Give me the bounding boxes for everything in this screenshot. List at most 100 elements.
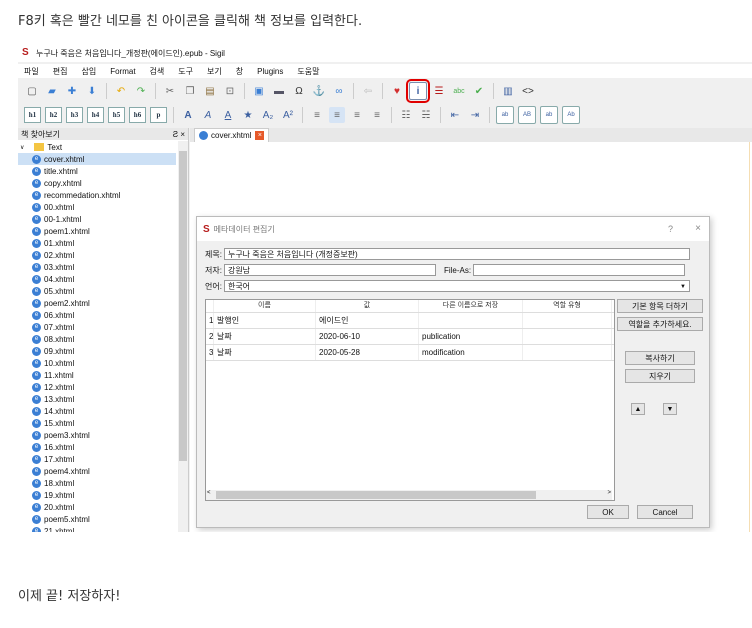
copy-icon[interactable]: ❐ bbox=[182, 83, 198, 99]
table-cell-name[interactable]: 발행인 bbox=[214, 313, 316, 328]
file-row[interactable]: e 16.xhtml bbox=[18, 441, 176, 453]
header-value[interactable]: 값 bbox=[316, 300, 419, 312]
move-down-button[interactable]: ▼ bbox=[663, 403, 677, 415]
file-row[interactable]: e 09.xhtml bbox=[18, 345, 176, 357]
table-cell-role[interactable] bbox=[523, 329, 612, 344]
numbered-list-icon[interactable]: ☵ bbox=[418, 107, 434, 123]
table-cell-name[interactable]: 날짜 bbox=[214, 345, 316, 360]
file-row[interactable]: e 04.xhtml bbox=[18, 273, 176, 285]
file-row[interactable]: e 06.xhtml bbox=[18, 309, 176, 321]
align-left-icon[interactable]: ≡ bbox=[309, 107, 325, 123]
file-row[interactable]: e 03.xhtml bbox=[18, 261, 176, 273]
heading-3-button[interactable]: h3 bbox=[66, 107, 83, 123]
file-row[interactable]: e 01.xhtml bbox=[18, 237, 176, 249]
cut-icon[interactable]: ✂ bbox=[162, 83, 178, 99]
file-row[interactable]: e poem2.xhtml bbox=[18, 297, 176, 309]
panel-pin-close-icon[interactable]: Ƨ × bbox=[173, 130, 185, 139]
toc-icon[interactable]: ☰ bbox=[431, 83, 447, 99]
file-row[interactable]: e 19.xhtml bbox=[18, 489, 176, 501]
file-row[interactable]: e poem1.xhtml bbox=[18, 225, 176, 237]
table-cell-save[interactable]: modification bbox=[419, 345, 523, 360]
insert-image-icon[interactable]: ▣ bbox=[251, 83, 267, 99]
ok-button[interactable]: OK bbox=[587, 505, 629, 519]
file-row[interactable]: e 11.xhtml bbox=[18, 369, 176, 381]
table-cell-value[interactable]: 2020-06-10 bbox=[316, 329, 419, 344]
save-icon[interactable]: ⬇ bbox=[84, 83, 100, 99]
bold-icon[interactable]: A bbox=[180, 107, 196, 123]
table-row[interactable]: 1 발행인 에이드인 bbox=[206, 313, 614, 329]
file-row[interactable]: e 20.xhtml bbox=[18, 501, 176, 513]
book-view-icon[interactable]: ▥ bbox=[500, 83, 516, 99]
language-select[interactable]: 한국어 ▼ bbox=[223, 280, 690, 292]
folder-row[interactable]: ∨ Text bbox=[18, 141, 176, 153]
file-row[interactable]: e 13.xhtml bbox=[18, 393, 176, 405]
case-title-icon[interactable]: ab bbox=[540, 106, 558, 124]
link-icon[interactable]: ∞ bbox=[331, 83, 347, 99]
increase-indent-icon[interactable]: ⇥ bbox=[467, 107, 483, 123]
paste-icon[interactable]: ▤ bbox=[202, 83, 218, 99]
file-as-input[interactable] bbox=[473, 264, 686, 276]
cancel-button[interactable]: Cancel bbox=[637, 505, 693, 519]
file-row[interactable]: e 05.xhtml bbox=[18, 285, 176, 297]
table-horizontal-scrollbar[interactable]: < > bbox=[206, 490, 612, 500]
new-file-icon[interactable]: ▢ bbox=[24, 83, 40, 99]
table-row[interactable]: 2 날짜 2020-06-10 publication bbox=[206, 329, 614, 345]
case-sentence-icon[interactable]: Ab bbox=[562, 106, 580, 124]
close-icon[interactable]: × bbox=[695, 223, 701, 234]
menu-window[interactable]: 창 bbox=[236, 66, 243, 77]
file-row[interactable]: e poem5.xhtml bbox=[18, 513, 176, 525]
table-row[interactable]: 3 날짜 2020-05-28 modification bbox=[206, 345, 614, 361]
special-char-icon[interactable]: Ω bbox=[291, 83, 307, 99]
heading-1-button[interactable]: h1 bbox=[24, 107, 41, 123]
heading-4-button[interactable]: h4 bbox=[87, 107, 104, 123]
scroll-left-icon[interactable]: < bbox=[207, 490, 211, 496]
redo-icon[interactable]: ↷ bbox=[133, 83, 149, 99]
scrollbar-thumb[interactable] bbox=[179, 151, 187, 461]
menu-plugins[interactable]: Plugins bbox=[257, 67, 283, 76]
scrollbar-thumb[interactable] bbox=[216, 491, 536, 499]
tab-cover[interactable]: cover.xhtml × bbox=[194, 128, 270, 142]
header-save-as[interactable]: 다른 이름으로 저장 bbox=[419, 300, 523, 312]
bullet-list-icon[interactable]: ☷ bbox=[398, 107, 414, 123]
open-folder-icon[interactable]: ▰ bbox=[44, 83, 60, 99]
file-row[interactable]: e recommedation.xhtml bbox=[18, 189, 176, 201]
table-cell-n[interactable]: 1 bbox=[206, 313, 214, 328]
collapse-chevron-icon[interactable]: ∨ bbox=[20, 144, 24, 151]
delete-button[interactable]: 지우기 bbox=[625, 369, 695, 383]
back-arrow-icon[interactable]: ⇦ bbox=[360, 83, 376, 99]
align-center-icon[interactable]: ≡ bbox=[329, 107, 345, 123]
menu-format[interactable]: Format bbox=[110, 67, 135, 76]
header-role-type[interactable]: 역할 유형 bbox=[523, 300, 612, 312]
heading-6-button[interactable]: h6 bbox=[129, 107, 146, 123]
menu-view[interactable]: 보기 bbox=[207, 66, 222, 77]
file-row[interactable]: e 17.xhtml bbox=[18, 453, 176, 465]
file-row[interactable]: e 15.xhtml bbox=[18, 417, 176, 429]
table-cell-save[interactable]: publication bbox=[419, 329, 523, 344]
table-cell-value[interactable]: 2020-05-28 bbox=[316, 345, 419, 360]
menu-edit[interactable]: 편집 bbox=[53, 66, 68, 77]
undo-icon[interactable]: ↶ bbox=[113, 83, 129, 99]
file-row[interactable]: e poem4.xhtml bbox=[18, 465, 176, 477]
table-cell-n[interactable]: 2 bbox=[206, 329, 214, 344]
spellcheck-icon[interactable]: abc bbox=[451, 83, 467, 99]
file-row[interactable]: e 12.xhtml bbox=[18, 381, 176, 393]
strikethrough-icon[interactable]: ★ bbox=[240, 107, 256, 123]
heart-icon[interactable]: ♥ bbox=[389, 83, 405, 99]
copy-button[interactable]: 복사하기 bbox=[625, 351, 695, 365]
close-tab-icon[interactable]: × bbox=[255, 131, 265, 140]
decrease-indent-icon[interactable]: ⇤ bbox=[447, 107, 463, 123]
title-input[interactable]: 누구나 죽음은 처음입니다 (개정증보판) bbox=[223, 248, 690, 260]
menu-tools[interactable]: 도구 bbox=[178, 66, 193, 77]
file-row[interactable]: e cover.xhtml bbox=[18, 153, 176, 165]
file-row[interactable]: e 07.xhtml bbox=[18, 321, 176, 333]
subscript-icon[interactable]: A₂ bbox=[260, 107, 276, 123]
preview-icon[interactable]: ⊡ bbox=[222, 83, 238, 99]
file-row[interactable]: e 10.xhtml bbox=[18, 357, 176, 369]
heading-5-button[interactable]: h5 bbox=[108, 107, 125, 123]
menu-search[interactable]: 검색 bbox=[150, 66, 165, 77]
case-lower-icon[interactable]: ab bbox=[496, 106, 514, 124]
align-justify-icon[interactable]: ≡ bbox=[369, 107, 385, 123]
table-cell-value[interactable]: 에이드인 bbox=[316, 313, 419, 328]
italic-icon[interactable]: A bbox=[200, 107, 216, 123]
validate-check-icon[interactable]: ✔ bbox=[471, 83, 487, 99]
